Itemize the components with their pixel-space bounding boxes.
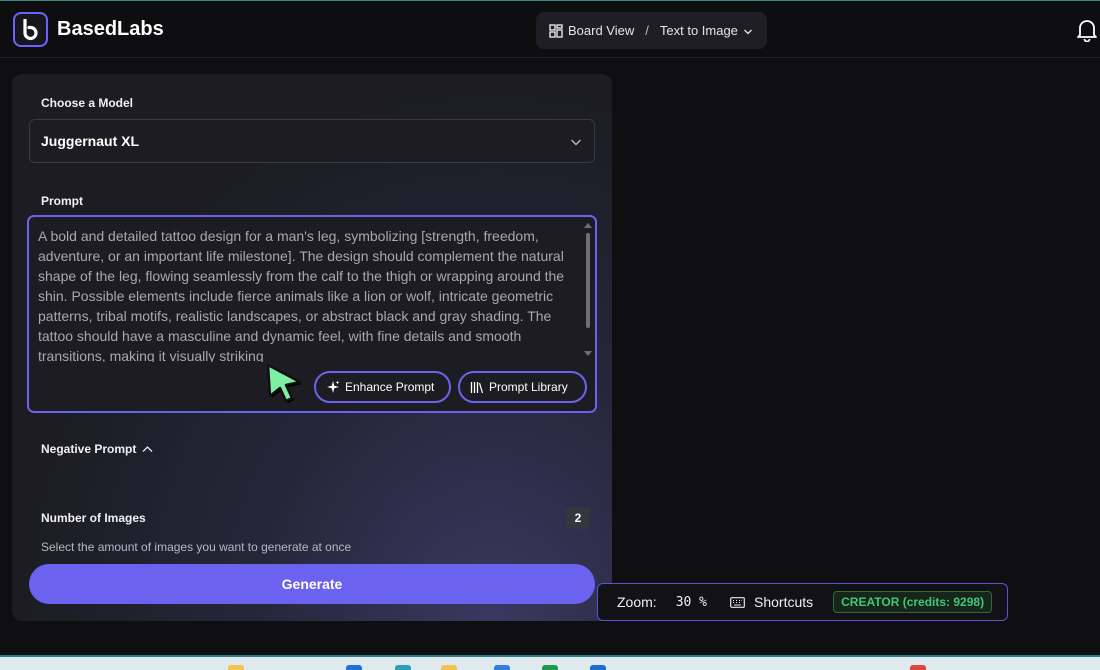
prompt-library-button[interactable]: Prompt Library	[458, 371, 587, 403]
zoom-bar: Zoom: 30 % Shortcuts CREATOR (credits: 9…	[597, 583, 1008, 621]
logo-icon[interactable]	[13, 12, 48, 47]
taskbar-app-icon[interactable]	[228, 665, 244, 670]
negative-prompt-toggle[interactable]: Negative Prompt	[41, 442, 153, 456]
model-select[interactable]: Juggernaut XL	[29, 119, 595, 163]
taskbar-app-icon[interactable]	[395, 665, 411, 670]
prompt-textarea[interactable]: A bold and detailed tattoo design for a …	[27, 215, 597, 413]
num-images-count: 2	[566, 507, 590, 529]
cursor-icon	[266, 363, 302, 403]
prompt-text[interactable]: A bold and detailed tattoo design for a …	[38, 226, 578, 362]
num-images-label: Number of Images	[41, 511, 146, 525]
taskbar-app-icon[interactable]	[494, 665, 510, 670]
taskbar-app-icon[interactable]	[542, 665, 558, 670]
enhance-prompt-label: Enhance Prompt	[345, 380, 435, 394]
breadcrumb: Board View / Text to Image	[536, 12, 767, 49]
scroll-down-arrow[interactable]	[584, 351, 592, 356]
model-select-value: Juggernaut XL	[41, 133, 140, 149]
keyboard-icon	[730, 596, 745, 608]
plan-credits-badge: CREATOR (credits: 9298)	[833, 591, 993, 613]
taskbar-app-icon[interactable]	[346, 665, 362, 670]
prompt-library-label: Prompt Library	[489, 380, 568, 394]
chevron-down-icon	[571, 139, 581, 146]
library-icon	[470, 381, 484, 393]
taskbar-app-icon[interactable]	[590, 665, 606, 670]
sparkle-icon	[327, 380, 340, 393]
top-bar: BasedLabs Board View / Text to Image	[0, 0, 1100, 58]
shortcuts-button[interactable]: Shortcuts	[754, 594, 813, 610]
scroll-thumb[interactable]	[586, 233, 590, 328]
board-grid-icon	[549, 23, 563, 38]
num-images-hint: Select the amount of images you want to …	[41, 540, 352, 554]
breadcrumb-board-view[interactable]: Board View	[568, 23, 634, 38]
taskbar-app-icon[interactable]	[441, 665, 457, 670]
bell-icon[interactable]	[1076, 18, 1098, 42]
prompt-scrollbar[interactable]	[583, 223, 593, 359]
zoom-value[interactable]: 30 %	[676, 595, 707, 610]
negative-prompt-label: Negative Prompt	[41, 442, 137, 456]
scroll-up-arrow[interactable]	[584, 223, 592, 228]
enhance-prompt-button[interactable]: Enhance Prompt	[314, 371, 451, 403]
chevron-down-icon[interactable]	[743, 27, 753, 37]
generate-button[interactable]: Generate	[29, 564, 595, 604]
brand-name[interactable]: BasedLabs	[57, 18, 164, 41]
chevron-up-icon	[142, 446, 153, 452]
breadcrumb-text-to-image[interactable]: Text to Image	[660, 23, 738, 38]
zoom-label: Zoom:	[617, 594, 657, 610]
prompt-label: Prompt	[41, 194, 83, 208]
taskbar-app-icon[interactable]	[910, 665, 926, 670]
model-label: Choose a Model	[41, 96, 134, 110]
breadcrumb-separator: /	[645, 23, 649, 38]
generation-panel: Choose a Model Juggernaut XL Prompt A bo…	[12, 74, 612, 621]
os-taskbar	[0, 655, 1100, 670]
